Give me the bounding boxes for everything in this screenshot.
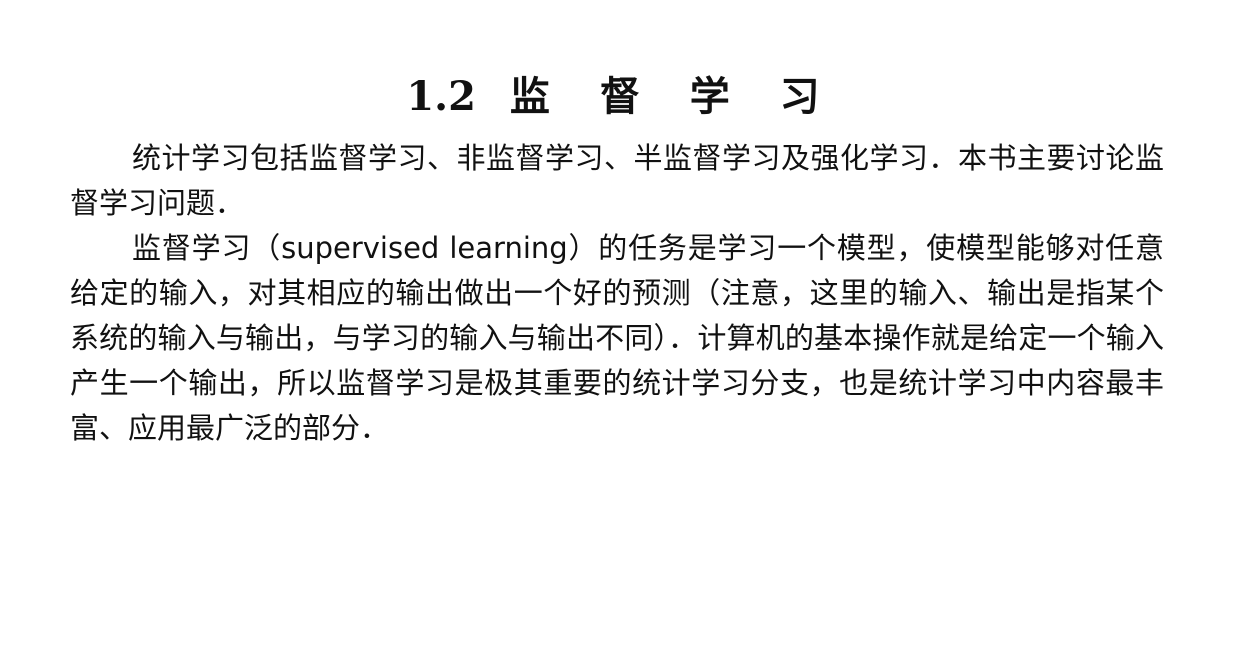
section-title: 1.2 监 督 学 习 [0,71,1244,123]
section-heading: 监 督 学 习 [509,72,838,120]
paragraph-intro: 统计学习包括监督学习、非监督学习、半监督学习及强化学习．本书主要讨论监督学习问题… [70,141,1164,220]
section-number: 1.2 [406,72,476,120]
paragraph-supervised-learning: 监督学习（supervised learning）的任务是学习一个模型，使模型能… [70,231,1164,445]
document-page: 1.2 监 督 学 习 统计学习包括监督学习、非监督学习、半监督学习及强化学习．本… [0,0,1244,646]
section-body: 统计学习包括监督学习、非监督学习、半监督学习及强化学习．本书主要讨论监督学习问题… [70,136,1164,451]
